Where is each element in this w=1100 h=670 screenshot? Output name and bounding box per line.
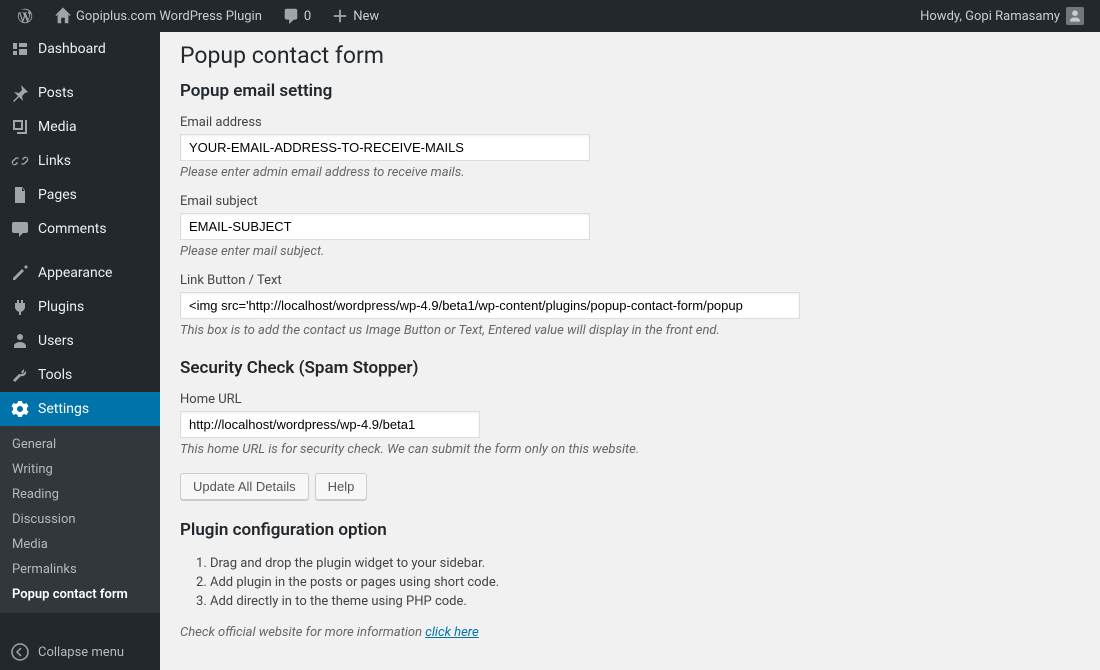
users-icon xyxy=(10,331,30,351)
email-address-label: Email address xyxy=(180,115,1080,130)
click-here-link[interactable]: click here xyxy=(425,625,478,640)
link-icon xyxy=(10,151,30,171)
submenu-discussion[interactable]: Discussion xyxy=(0,507,160,532)
email-subject-label: Email subject xyxy=(180,194,1080,209)
config-list: Drag and drop the plugin widget to your … xyxy=(180,554,1080,611)
help-button[interactable]: Help xyxy=(315,473,368,500)
link-button-input[interactable] xyxy=(180,292,800,319)
config-item-3: Add directly in to the theme using PHP c… xyxy=(210,592,1080,611)
update-button[interactable]: Update All Details xyxy=(180,473,309,500)
appearance-icon xyxy=(10,263,30,283)
toolbar-left: Gopiplus.com WordPress Plugin 0 New xyxy=(8,0,920,32)
sidebar-item-appearance[interactable]: Appearance xyxy=(0,256,160,290)
plugin-icon xyxy=(10,297,30,317)
comment-icon xyxy=(282,7,300,25)
new-label: New xyxy=(353,9,379,24)
comments-icon xyxy=(10,219,30,239)
sidebar-item-dashboard[interactable]: Dashboard xyxy=(0,32,160,66)
pin-icon xyxy=(10,83,30,103)
link-button-desc: This box is to add the contact us Image … xyxy=(180,323,1080,338)
admin-sidebar: Dashboard Posts Media Links Pages Commen… xyxy=(0,32,160,670)
email-subject-desc: Please enter mail subject. xyxy=(180,244,1080,259)
sidebar-item-pages[interactable]: Pages xyxy=(0,178,160,212)
email-address-desc: Please enter admin email address to rece… xyxy=(180,165,1080,180)
media-icon xyxy=(10,117,30,137)
sidebar-item-settings[interactable]: Settings xyxy=(0,392,160,426)
sidebar-item-users[interactable]: Users xyxy=(0,324,160,358)
comments-link[interactable]: 0 xyxy=(274,0,319,32)
email-subject-input[interactable] xyxy=(180,213,590,240)
howdy-text: Howdy, Gopi Ramasamy xyxy=(920,9,1060,24)
config-item-2: Add plugin in the posts or pages using s… xyxy=(210,573,1080,592)
plus-icon xyxy=(331,7,349,25)
page-icon xyxy=(10,185,30,205)
page-title: Popup contact form xyxy=(180,42,1080,69)
section-email-setting: Popup email setting xyxy=(180,81,1080,101)
main-container: Dashboard Posts Media Links Pages Commen… xyxy=(0,32,1100,670)
comments-count: 0 xyxy=(304,9,311,24)
avatar-icon xyxy=(1066,7,1084,25)
sidebar-item-posts[interactable]: Posts xyxy=(0,76,160,110)
site-name-link[interactable]: Gopiplus.com WordPress Plugin xyxy=(46,0,270,32)
sidebar-item-media[interactable]: Media xyxy=(0,110,160,144)
section-security-check: Security Check (Spam Stopper) xyxy=(180,358,1080,378)
submenu-reading[interactable]: Reading xyxy=(0,482,160,507)
submenu-media[interactable]: Media xyxy=(0,532,160,557)
new-content-link[interactable]: New xyxy=(323,0,387,32)
admin-toolbar: Gopiplus.com WordPress Plugin 0 New Howd… xyxy=(0,0,1100,32)
home-url-desc: This home URL is for security check. We … xyxy=(180,442,1080,457)
sidebar-item-comments[interactable]: Comments xyxy=(0,212,160,246)
settings-submenu: General Writing Reading Discussion Media… xyxy=(0,426,160,613)
tools-icon xyxy=(10,365,30,385)
submenu-popup-contact-form[interactable]: Popup contact form xyxy=(0,582,160,607)
submenu-general[interactable]: General xyxy=(0,432,160,457)
submenu-writing[interactable]: Writing xyxy=(0,457,160,482)
home-icon xyxy=(54,7,72,25)
wordpress-icon xyxy=(16,7,34,25)
section-plugin-config: Plugin configuration option xyxy=(180,520,1080,540)
submenu-permalinks[interactable]: Permalinks xyxy=(0,557,160,582)
collapse-icon xyxy=(10,642,30,662)
button-row: Update All Details Help xyxy=(180,473,1080,500)
home-url-label: Home URL xyxy=(180,392,1080,407)
sidebar-item-links[interactable]: Links xyxy=(0,144,160,178)
footer-note: Check official website for more informat… xyxy=(180,625,1080,640)
wp-logo[interactable] xyxy=(8,0,42,32)
content-area: Popup contact form Popup email setting E… xyxy=(160,32,1100,670)
settings-icon xyxy=(10,399,30,419)
sidebar-item-tools[interactable]: Tools xyxy=(0,358,160,392)
dashboard-icon xyxy=(10,39,30,59)
collapse-menu[interactable]: Collapse menu xyxy=(0,634,160,670)
toolbar-right[interactable]: Howdy, Gopi Ramasamy xyxy=(920,7,1092,25)
config-item-1: Drag and drop the plugin widget to your … xyxy=(210,554,1080,573)
email-address-input[interactable] xyxy=(180,134,590,161)
home-url-input[interactable] xyxy=(180,411,480,438)
site-name: Gopiplus.com WordPress Plugin xyxy=(76,9,262,24)
sidebar-item-plugins[interactable]: Plugins xyxy=(0,290,160,324)
link-button-label: Link Button / Text xyxy=(180,273,1080,288)
